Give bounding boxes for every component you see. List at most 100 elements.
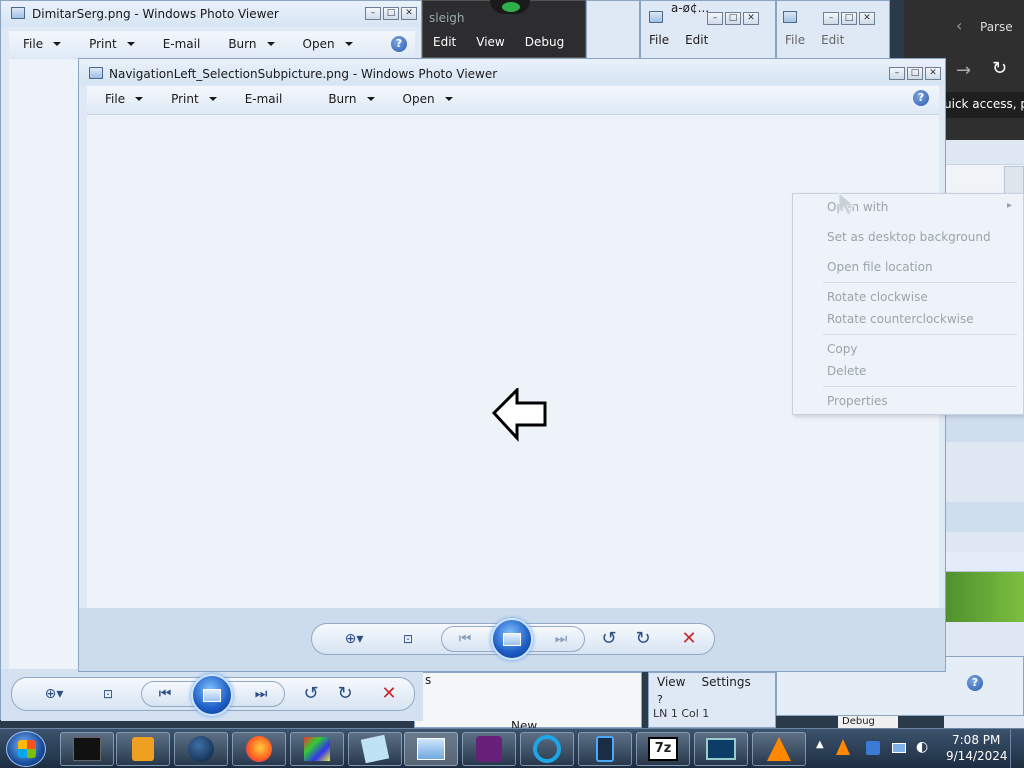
menu-email[interactable]: E-mail <box>231 86 297 112</box>
context-open-file-location[interactable]: Open file location <box>827 260 933 274</box>
menu-email[interactable]: E-mail <box>149 31 215 57</box>
context-separator <box>823 282 1017 283</box>
menu-file[interactable]: File <box>777 31 813 49</box>
clock-time[interactable]: 7:08 PM <box>952 733 1000 747</box>
refresh-icon[interactable]: ↻ <box>992 58 1007 79</box>
small-window-menubar: File Edit <box>777 31 852 49</box>
back-arrow-icon[interactable]: ‹ <box>956 16 962 35</box>
show-desktop-button[interactable] <box>1010 729 1024 768</box>
taskbar-media-player[interactable] <box>116 732 170 766</box>
actual-size-icon[interactable]: ⊡ <box>99 685 117 703</box>
context-properties[interactable]: Properties <box>827 394 888 408</box>
7zip-icon: 7z <box>648 737 678 761</box>
delete-icon[interactable]: ✕ <box>679 627 699 649</box>
close-button[interactable]: ✕ <box>859 12 875 25</box>
menu-settings[interactable]: Settings <box>693 673 758 691</box>
actual-size-icon[interactable]: ⊡ <box>399 629 417 649</box>
menu-file[interactable]: File <box>641 31 677 49</box>
help-icon[interactable]: ? <box>391 36 407 52</box>
menu-file[interactable]: File <box>9 31 75 57</box>
taskbar-photo-viewer[interactable] <box>404 732 458 766</box>
taskbar-remote-desktop[interactable] <box>694 732 748 766</box>
context-separator <box>823 334 1017 335</box>
menu-print[interactable]: Print <box>157 86 231 112</box>
volume-tray-icon[interactable]: ◐ <box>916 739 928 755</box>
right-toolbar-1 <box>944 412 1024 442</box>
menu-burn[interactable]: Burn <box>214 31 288 57</box>
previous-icon[interactable]: ⏮ <box>155 685 175 703</box>
rotate-clockwise-icon[interactable]: ↻ <box>633 627 653 649</box>
background-toolbar: ⊕▾ ⊡ ⏮ ⏭ ↺ ↻ ✕ <box>1 669 423 721</box>
rotate-clockwise-icon[interactable]: ↻ <box>335 683 355 704</box>
minimize-button[interactable]: – <box>889 67 905 80</box>
display-tray-icon[interactable] <box>892 743 906 753</box>
start-button[interactable] <box>6 731 46 767</box>
editor-title-fragment: sleigh <box>429 11 465 25</box>
previous-icon[interactable]: ⏮ <box>455 629 475 649</box>
rotate-counterclockwise-icon[interactable]: ↺ <box>599 627 619 649</box>
taskbar-7zip[interactable]: 7z <box>636 732 690 766</box>
context-rotate-clockwise[interactable]: Rotate clockwise <box>827 290 928 304</box>
taskbar-terminal[interactable] <box>60 732 114 766</box>
taskbar-firefox[interactable] <box>232 732 286 766</box>
taskbar-paint[interactable] <box>290 732 344 766</box>
taskbar-vlc[interactable] <box>752 732 806 766</box>
forward-arrow-icon[interactable]: → <box>956 60 971 81</box>
chevron-down-icon <box>126 42 135 46</box>
menu-edit[interactable]: Edit <box>813 31 852 49</box>
taskbar-internet-explorer[interactable] <box>520 732 574 766</box>
browser-tab-label[interactable]: Parse <box>980 20 1013 34</box>
right-green-image <box>944 572 1024 622</box>
close-button[interactable]: ✕ <box>743 12 759 25</box>
menu-print[interactable]: Print <box>75 31 149 57</box>
slideshow-button[interactable] <box>191 674 233 716</box>
main-menubar: File Print E-mail Burn Open ? <box>87 86 939 112</box>
taskbar-notes[interactable] <box>348 732 402 766</box>
slideshow-icon <box>203 689 221 702</box>
taskbar-visual-studio[interactable] <box>462 732 516 766</box>
zoom-icon[interactable]: ⊕▾ <box>37 685 71 703</box>
delete-icon[interactable]: ✕ <box>379 683 399 704</box>
menu-open[interactable]: Open <box>389 86 467 112</box>
menu-file[interactable]: File <box>87 86 157 112</box>
menu-edit[interactable]: Edit <box>677 31 716 49</box>
chevron-down-icon <box>208 97 217 101</box>
tray-expand-icon[interactable]: ▲ <box>816 739 824 750</box>
context-rotate-counterclockwise[interactable]: Rotate counterclockwise <box>827 312 974 326</box>
editor-menu-debug[interactable]: Debug <box>515 31 574 55</box>
minimize-button[interactable]: – <box>707 12 723 25</box>
menu-burn[interactable]: Burn <box>296 86 388 112</box>
main-window-title: NavigationLeft_SelectionSubpicture.png -… <box>109 67 498 81</box>
maximize-button[interactable]: □ <box>383 7 399 20</box>
slideshow-button[interactable] <box>491 618 533 660</box>
minimize-button[interactable]: – <box>365 7 381 20</box>
minimize-button[interactable]: – <box>823 12 839 25</box>
maximize-button[interactable]: □ <box>841 12 857 25</box>
maximize-button[interactable]: □ <box>725 12 741 25</box>
close-button[interactable]: ✕ <box>401 7 417 20</box>
taskbar-tablet[interactable] <box>578 732 632 766</box>
taskbar-globe[interactable] <box>174 732 228 766</box>
help-icon[interactable]: ? <box>913 90 929 106</box>
small-window-menubar: File Edit <box>641 31 716 49</box>
context-copy[interactable]: Copy <box>827 342 857 356</box>
editor-menu-edit[interactable]: Edit <box>423 31 466 55</box>
menu-open-label: Open <box>402 92 435 106</box>
menu-view[interactable]: View <box>649 673 693 691</box>
next-icon[interactable]: ⏭ <box>551 629 571 649</box>
rotate-counterclockwise-icon[interactable]: ↺ <box>301 683 321 704</box>
chevron-right-icon: ▸ <box>1007 200 1013 211</box>
clock-date[interactable]: 9/14/2024 <box>946 749 1008 763</box>
context-set-desktop-background[interactable]: Set as desktop background <box>827 230 991 244</box>
editor-menu-view[interactable]: View <box>466 31 514 55</box>
address-bar[interactable]: uick access, pla <box>944 92 1024 118</box>
menu-open[interactable]: Open <box>289 31 367 57</box>
zoom-icon[interactable]: ⊕▾ <box>337 629 371 649</box>
vlc-tray-icon[interactable] <box>836 739 850 755</box>
maximize-button[interactable]: □ <box>907 67 923 80</box>
network-tray-icon[interactable] <box>866 741 880 755</box>
next-icon[interactable]: ⏭ <box>251 685 271 703</box>
help-icon[interactable]: ? <box>967 675 983 691</box>
context-delete[interactable]: Delete <box>827 364 866 378</box>
close-button[interactable]: ✕ <box>925 67 941 80</box>
